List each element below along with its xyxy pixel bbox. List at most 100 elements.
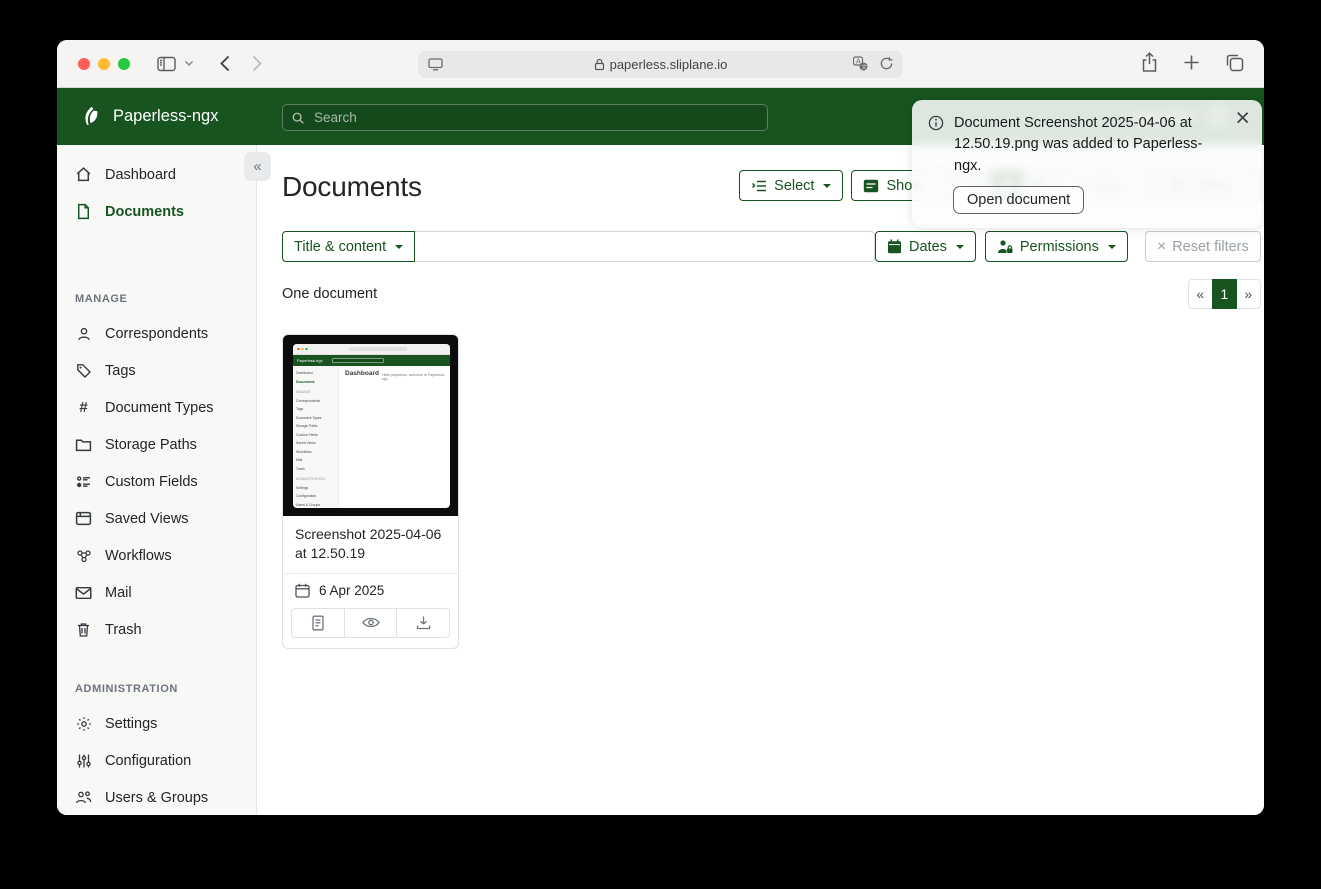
thumb-sidebar-label: Document Types [296,414,338,423]
tab-group-chevron-icon[interactable] [184,60,194,67]
document-count: One document [282,286,377,302]
document-actions [291,608,450,638]
thumb-sidebar-label: Users & Groups [296,501,338,507]
sidebar-item-label: Configuration [105,753,191,769]
filter-query-input[interactable] [415,231,875,262]
document-download-button[interactable] [396,608,450,638]
page-title: Documents [282,170,422,204]
people-icon [75,790,92,805]
chevron-down-icon [1108,245,1116,249]
pagination-next-button[interactable]: » [1236,279,1261,309]
sidebar-item-label: Documents [105,204,184,220]
thumb-sidebar-label: Configuration [296,492,338,501]
show-icon [863,179,879,193]
thumb-sidebar-label: MANAGE [296,388,338,397]
search-input[interactable] [312,109,759,126]
browser-sidebar-toggle-icon[interactable] [157,56,176,72]
sidebar-item-storage-paths[interactable]: Storage Paths [57,426,256,463]
thumb-sidebar-label: Correspondents [296,397,338,406]
document-date-row: 6 Apr 2025 [283,574,458,605]
chevron-down-icon [956,245,964,249]
sidebar-item-correspondents[interactable]: Correspondents [57,315,256,352]
x-icon: × [1157,239,1166,255]
sidebar-item-trash[interactable]: Trash [57,611,256,648]
document-date: 6 Apr 2025 [319,583,384,598]
sidebar-item-label: Document Types [105,400,214,416]
sidebar-item-document-types[interactable]: # Document Types [57,389,256,426]
toast-close-icon[interactable]: × [1235,106,1250,131]
thumb-sidebar-label: Settings [296,484,338,493]
sidebar-item-label: Mail [105,585,132,601]
sidebar-item-label: Settings [105,716,157,732]
select-icon [751,179,767,193]
tag-icon [75,363,92,379]
thumb-sidebar-label: Documents [296,378,338,387]
reset-filters-button[interactable]: × Reset filters [1145,231,1261,262]
thumb-sidebar-label: Dashboard [296,369,338,378]
forward-button[interactable] [252,55,262,72]
browser-window: paperless.sliplane.io A文 [57,40,1264,815]
thumb-sidebar-label: Tags [296,405,338,414]
home-icon [75,166,92,183]
thumb-sidebar-label: Trash [296,465,338,474]
sidebar-section-administration: ADMINISTRATION [57,683,256,695]
back-button[interactable] [220,55,230,72]
global-search[interactable] [282,104,768,131]
toast-notification: Document Screenshot 2025-04-06 at 12.50.… [912,100,1262,228]
tab-overview-icon[interactable] [1225,52,1244,73]
thumbnail-mini-window: Paperless-ngx Dashboard Documents MANAGE… [293,344,450,508]
close-window-button[interactable] [78,58,90,70]
app-body: Dashboard Documents MANAGE Correspondent… [57,145,1264,815]
chevron-down-icon [395,245,403,249]
saved-views-icon [75,511,92,526]
minimize-window-button[interactable] [98,58,110,70]
address-bar[interactable]: paperless.sliplane.io A文 [418,51,903,78]
file-text-icon [311,615,325,631]
fullscreen-window-button[interactable] [118,58,130,70]
thumb-sidebar-label: Workflows [296,448,338,457]
sidebar-item-label: Correspondents [105,326,208,342]
sidebar-item-saved-views[interactable]: Saved Views [57,500,256,537]
url-text: paperless.sliplane.io [594,57,728,72]
thumb-sidebar-label: Saved Views [296,439,338,448]
document-details-button[interactable] [291,608,345,638]
dates-filter-button[interactable]: Dates [875,231,976,262]
eye-icon [362,616,380,629]
page-settings-icon[interactable] [427,56,444,72]
sliders-icon [75,753,92,769]
thumb-sidebar-label: Custom Fields [296,431,338,440]
translate-icon[interactable]: A文 [853,56,868,71]
workflows-icon [75,548,92,564]
share-icon[interactable] [1141,52,1158,73]
sidebar-item-documents[interactable]: Documents [57,193,256,230]
hash-icon: # [75,400,92,415]
new-tab-icon[interactable] [1183,52,1200,73]
document-title[interactable]: Screenshot 2025-04-06 at 12.50.19 [283,516,458,574]
folder-icon [75,437,92,452]
filter-field-button[interactable]: Title & content [282,231,415,262]
open-document-button[interactable]: Open document [953,186,1084,214]
document-thumbnail[interactable]: Paperless-ngx Dashboard Documents MANAGE… [283,335,458,516]
sidebar-item-mail[interactable]: Mail [57,574,256,611]
sidebar-item-settings[interactable]: Settings [57,705,256,742]
sidebar-collapse-button[interactable]: « [244,152,271,181]
sidebar-item-label: Saved Views [105,511,189,527]
sidebar-item-workflows[interactable]: Workflows [57,537,256,574]
document-preview-button[interactable] [344,608,398,638]
trash-icon [75,622,92,638]
sidebar-item-label: Storage Paths [105,437,197,453]
sidebar-item-tags[interactable]: Tags [57,352,256,389]
pagination-prev-button[interactable]: « [1188,279,1213,309]
sidebar-item-custom-fields[interactable]: Custom Fields [57,463,256,500]
permissions-filter-button[interactable]: Permissions [985,231,1128,262]
paperless-logo-icon [80,105,103,128]
sidebar-item-configuration[interactable]: Configuration [57,742,256,779]
sidebar-item-users-groups[interactable]: Users & Groups [57,779,256,815]
svg-text:文: 文 [861,63,867,71]
sidebar: Dashboard Documents MANAGE Correspondent… [57,145,257,815]
sidebar-item-dashboard[interactable]: Dashboard [57,156,256,193]
reload-icon[interactable] [879,56,894,71]
sidebar-item-label: Tags [105,363,136,379]
pagination-page-1-button[interactable]: 1 [1212,279,1237,309]
select-button[interactable]: Select [739,170,843,201]
